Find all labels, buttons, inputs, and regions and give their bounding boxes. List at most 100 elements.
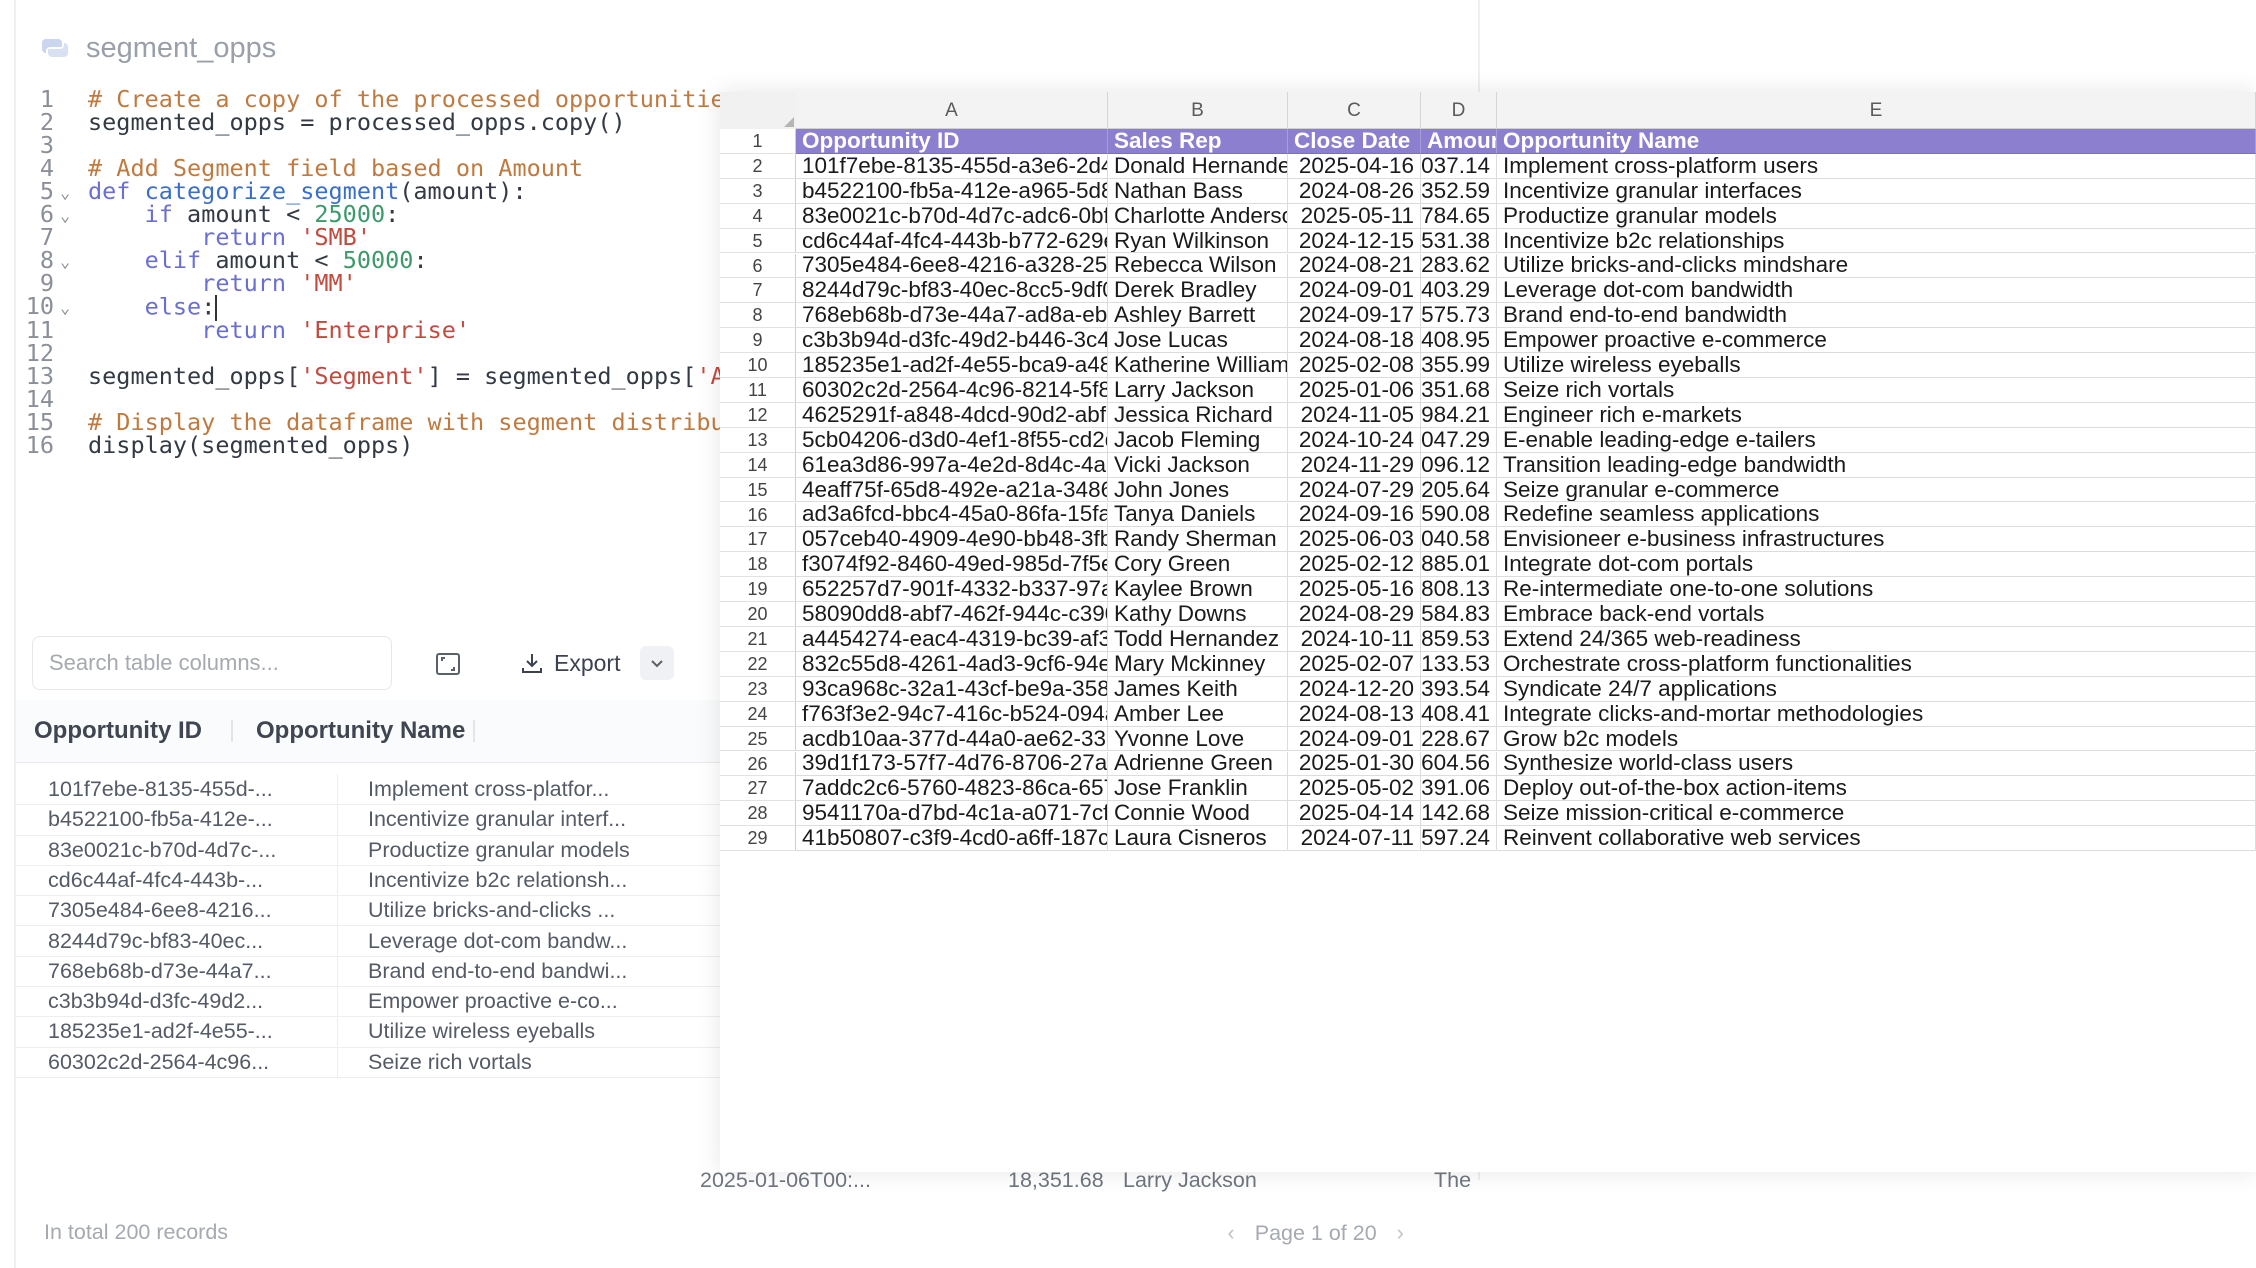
sheet-cell[interactable]: 93ca968c-32a1-43cf-be9a-358c52a4b760 [796, 676, 1108, 702]
sheet-cell[interactable]: Yvonne Love [1108, 726, 1288, 752]
row-header[interactable]: 27 [720, 776, 796, 802]
sheet-cell[interactable]: 58090dd8-abf7-462f-944c-c3900f1f3fe0 [796, 602, 1108, 627]
sheet-cell[interactable]: 4eaff75f-65d8-492e-a21a-34869896f831 [796, 477, 1108, 503]
sheet-cell[interactable]: ad3a6fcd-bbc4-45a0-86fa-15faafb48ddc [796, 502, 1108, 528]
sheet-cell[interactable]: 2025-04-16 [1288, 153, 1421, 179]
row-header[interactable]: 21 [720, 627, 796, 652]
code-line[interactable]: 9 return 'MM' [0, 272, 760, 296]
code-line[interactable]: 16 display(segmented_opps) [0, 433, 760, 457]
sheet-cell[interactable]: Kathy Downs [1108, 602, 1288, 627]
sheet-cell[interactable]: 2025-05-16 [1288, 577, 1421, 603]
sheet-cell[interactable]: Todd Hernandez [1108, 627, 1288, 652]
column-header-a[interactable]: A [796, 92, 1108, 129]
sheet-cell[interactable]: Seize mission-critical e-commerce [1497, 801, 2256, 827]
sheet-cell[interactable]: 2025-01-06 [1288, 378, 1421, 403]
sheet-cell[interactable]: 39d1f173-57f7-4d76-8706-27a38088d869 [796, 751, 1108, 777]
sheet-cell[interactable]: 2024-09-17 [1288, 303, 1421, 329]
sheet-cell[interactable]: John Jones [1108, 477, 1288, 503]
row-header[interactable]: 12 [720, 402, 796, 428]
sheet-cell[interactable]: 2024-09-16 [1288, 502, 1421, 528]
sheet-cell[interactable]: 56040.58 [1421, 527, 1497, 553]
sheet-cell[interactable]: 64037.14 [1421, 153, 1497, 179]
column-header-opportunity-id[interactable]: Opportunity ID [34, 700, 202, 762]
sheet-cell[interactable]: Leverage dot-com bandwidth [1497, 278, 2256, 304]
expand-icon[interactable] [430, 646, 466, 682]
sheet-cell[interactable]: Re-intermediate one-to-one solutions [1497, 577, 2256, 603]
table-row[interactable]: 185235e1-ad2f-4e55-... Utilize wireless e… [16, 1016, 736, 1048]
sheet-cell[interactable]: 2025-05-02 [1288, 776, 1421, 802]
sheet-cell[interactable]: Tanya Daniels [1108, 502, 1288, 528]
sheet-cell[interactable]: Integrate clicks-and-mortar methodologie… [1497, 701, 2256, 727]
sheet-cell[interactable]: Larry Jackson [1108, 378, 1288, 403]
sheet-cell[interactable]: Engineer rich e-markets [1497, 402, 2256, 428]
sheet-cell[interactable]: Vicki Jackson [1108, 452, 1288, 478]
sheet-cell[interactable]: 2984.21 [1421, 402, 1497, 428]
column-header-d[interactable]: D [1421, 92, 1497, 129]
table-row[interactable]: 60302c2d-2564-4c96... Seize rich vortals [16, 1046, 736, 1078]
sheet-cell[interactable]: 4625291f-a848-4dcd-90d2-abf74ee933f1 [796, 402, 1108, 428]
sheet-cell[interactable]: 652257d7-901f-4332-b337-97a2a87e4927 [796, 577, 1108, 603]
sheet-cell[interactable]: Implement cross-platform users [1497, 153, 2256, 179]
sheet-cell[interactable]: 60302c2d-2564-4c96-8214-5f836c27fbf4 [796, 378, 1108, 403]
sheet-cell[interactable]: 68531.38 [1421, 228, 1497, 254]
sheet-cell[interactable]: Grow b2c models [1497, 726, 2256, 752]
sheet-cell[interactable]: 101f7ebe-8135-455d-a3e6-2d4921a7404d [796, 153, 1108, 179]
sheet-cell[interactable]: Kaylee Brown [1108, 577, 1288, 603]
sheet-cell[interactable]: 63142.68 [1421, 801, 1497, 827]
table-row[interactable]: 768eb68b-d73e-44a7... Brand end-to-end ba… [16, 955, 736, 988]
sheet-cell[interactable]: 832c55d8-4261-4ad3-9cf6-94efb3b87c53 [796, 651, 1108, 677]
sheet-cell[interactable]: 2024-11-29 [1288, 452, 1421, 478]
chevron-down-icon[interactable] [640, 646, 674, 680]
sheet-cell[interactable]: Charlotte Anderson [1108, 203, 1288, 229]
row-header[interactable]: 29 [720, 826, 796, 852]
sheet-cell[interactable]: 85355.99 [1421, 353, 1497, 378]
row-header[interactable]: 28 [720, 801, 796, 827]
sheet-cell[interactable]: 2024-07-11 [1288, 826, 1421, 852]
sheet-cell[interactable]: 24047.29 [1421, 427, 1497, 453]
sheet-cell[interactable]: Extend 24/365 web-readiness [1497, 627, 2256, 652]
sheet-cell[interactable]: Productize granular models [1497, 203, 2256, 229]
sheet-cell[interactable]: Derek Bradley [1108, 278, 1288, 304]
sheet-cell[interactable]: Jessica Richard [1108, 402, 1288, 428]
sheet-cell[interactable]: Transition leading-edge bandwidth [1497, 452, 2256, 478]
sheet-cell[interactable]: 21408.41 [1421, 701, 1497, 727]
sheet-cell[interactable]: 9283.62 [1421, 253, 1497, 279]
sheet-cell[interactable]: b4522100-fb5a-412e-a965-5d8249638ac4 [796, 178, 1108, 204]
sheet-cell[interactable]: 38408.95 [1421, 328, 1497, 354]
table-row[interactable]: cd6c44af-4fc4-443b-... Incentivize b2c re… [16, 864, 736, 897]
column-header-opportunity-name[interactable]: Opportunity Name [256, 700, 465, 762]
row-header[interactable]: 2 [720, 153, 796, 179]
column-header-b[interactable]: B [1108, 92, 1288, 129]
sheet-cell[interactable]: 62133.53 [1421, 651, 1497, 677]
sheet-cell[interactable]: Randy Sherman [1108, 527, 1288, 553]
sheet-cell[interactable]: 2024-07-29 [1288, 477, 1421, 503]
table-row[interactable]: 101f7ebe-8135-455d-... Implement cross-pl… [16, 774, 736, 806]
table-row[interactable]: 7305e484-6ee8-4216... Utilize bricks-and-… [16, 895, 736, 927]
sheet-cell[interactable]: 057ceb40-4909-4e90-bb48-3fb8d33393e7 [796, 527, 1108, 553]
sheet-cell[interactable]: E-enable leading-edge e-tailers [1497, 427, 2256, 453]
sheet-cell[interactable]: Utilize wireless eyeballs [1497, 353, 2256, 378]
table-row[interactable]: b4522100-fb5a-412e-... Incentivize granul… [16, 804, 736, 836]
export-button[interactable]: Export [520, 640, 620, 686]
sheet-cell[interactable]: 29885.01 [1421, 552, 1497, 578]
row-header[interactable]: 11 [720, 378, 796, 403]
row-header[interactable]: 13 [720, 427, 796, 453]
sheet-cell[interactable]: 2024-09-01 [1288, 278, 1421, 304]
row-header[interactable]: 24 [720, 701, 796, 727]
sheet-cell[interactable]: Envisioneer e-business infrastructures [1497, 527, 2256, 553]
sheet-cell[interactable]: 7305e484-6ee8-4216-a328-25d43771b6b6 [796, 253, 1108, 279]
sheet-cell[interactable]: Cory Green [1108, 552, 1288, 578]
row-header[interactable]: 6 [720, 253, 796, 279]
sheet-cell[interactable]: a4454274-eac4-4319-bc39-af38ddcdfa2a [796, 627, 1108, 652]
sheet-cell[interactable]: 69597.24 [1421, 826, 1497, 852]
row-header[interactable]: 23 [720, 676, 796, 702]
table-row[interactable]: 8244d79c-bf83-40ec... Leverage dot-com ba… [16, 925, 736, 957]
header-cell[interactable]: Close Date [1288, 129, 1421, 154]
row-header[interactable]: 25 [720, 726, 796, 752]
row-header[interactable]: 1 [720, 129, 796, 154]
sheet-cell[interactable]: 16575.73 [1421, 303, 1497, 329]
sheet-cell[interactable]: 2024-11-05 [1288, 402, 1421, 428]
sheet-cell[interactable]: 185235e1-ad2f-4e55-bca9-a481fcc80a91 [796, 353, 1108, 378]
sheet-cell[interactable]: Jose Franklin [1108, 776, 1288, 802]
sheet-cell[interactable]: Ashley Barrett [1108, 303, 1288, 329]
